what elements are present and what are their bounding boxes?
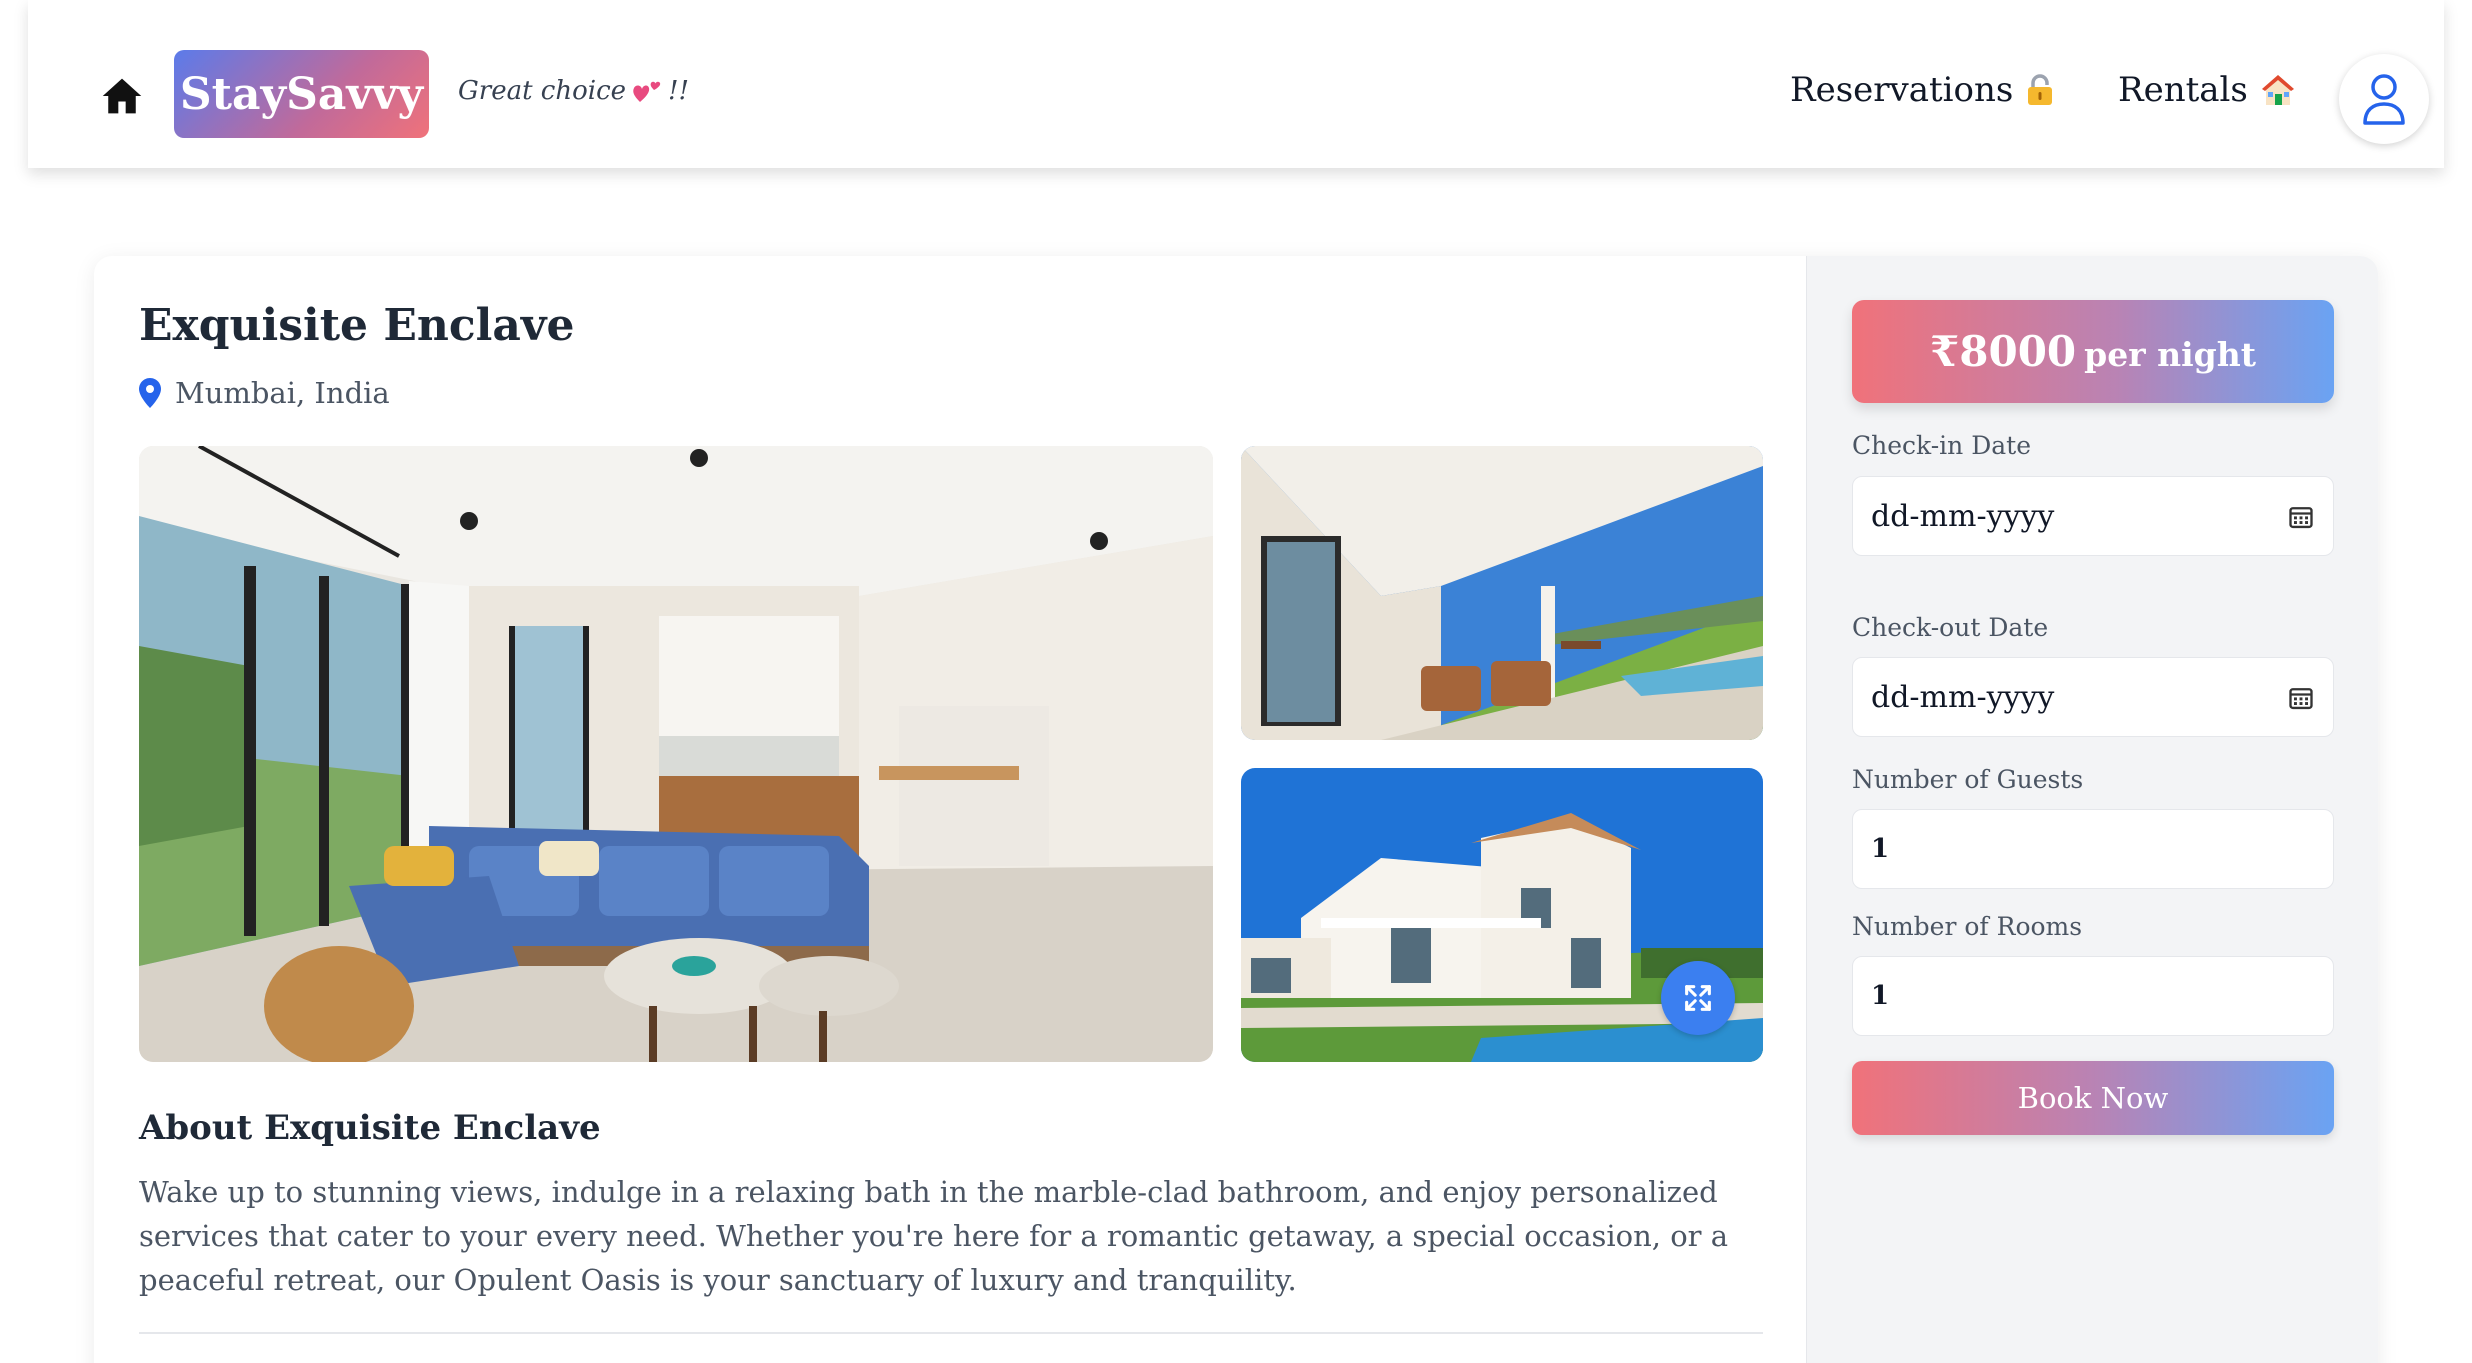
price-amount: ₹8000: [1930, 327, 2077, 376]
nav-reservations-link[interactable]: Reservations: [1790, 70, 2055, 110]
expand-icon: [1685, 985, 1711, 1011]
checkout-label: Check-out Date: [1852, 613, 2049, 642]
tagline: Great choice !!: [458, 76, 689, 106]
price-unit: per night: [2084, 335, 2256, 374]
guests-value: 1: [1871, 834, 1890, 864]
price-badge: ₹8000 per night: [1852, 300, 2334, 403]
guests-input[interactable]: 1: [1852, 809, 2334, 889]
section-divider: [139, 1332, 1763, 1334]
navbar: StaySavvy Great choice !! Reservations R…: [28, 0, 2444, 168]
nav-reservations-label: Reservations: [1790, 70, 2014, 110]
listing-details: Exquisite Enclave Mumbai, India About Ex…: [94, 256, 1806, 1363]
checkin-value: dd-mm-yyyy: [1871, 498, 2055, 534]
checkout-date-input[interactable]: dd-mm-yyyy: [1852, 657, 2334, 737]
about-description: Wake up to stunning views, indulge in a …: [139, 1175, 1729, 1297]
rooms-input[interactable]: 1: [1852, 956, 2334, 1036]
book-now-label: Book Now: [2017, 1081, 2169, 1115]
checkin-date-input[interactable]: dd-mm-yyyy: [1852, 476, 2334, 556]
gallery-image-patio[interactable]: [1241, 446, 1763, 740]
gallery-main-image[interactable]: [139, 446, 1213, 1062]
book-now-button[interactable]: Book Now: [1852, 1061, 2334, 1135]
home-icon[interactable]: [100, 74, 144, 118]
calendar-icon[interactable]: [2287, 684, 2315, 712]
user-icon: [2363, 74, 2405, 125]
rooms-label: Number of Rooms: [1852, 912, 2083, 941]
tagline-text: Great choice: [458, 76, 627, 106]
hearts-icon: [633, 81, 661, 102]
listing-title: Exquisite Enclave: [139, 300, 575, 351]
guests-label: Number of Guests: [1852, 765, 2084, 794]
living-room-photo: [139, 446, 1213, 1062]
checkin-label: Check-in Date: [1852, 431, 2032, 460]
house-icon: [2261, 75, 2294, 105]
tagline-suffix: !!: [668, 76, 689, 106]
lock-icon: [2028, 74, 2053, 105]
booking-panel: ₹8000 per night Check-in Date dd-mm-yyyy…: [1806, 256, 2378, 1363]
profile-button[interactable]: [2339, 54, 2429, 144]
checkout-value: dd-mm-yyyy: [1871, 679, 2055, 715]
patio-photo: [1241, 446, 1763, 740]
expand-gallery-button[interactable]: [1661, 961, 1735, 1035]
about-heading: About Exquisite Enclave: [139, 1108, 601, 1148]
listing-location: Mumbai, India: [139, 376, 390, 410]
brand-logo[interactable]: StaySavvy: [174, 50, 429, 138]
listing-card: Exquisite Enclave Mumbai, India About Ex…: [94, 256, 2378, 1363]
rooms-value: 1: [1871, 981, 1890, 1011]
calendar-icon[interactable]: [2287, 503, 2315, 531]
brand-name: StaySavvy: [179, 68, 424, 120]
location-text: Mumbai, India: [175, 376, 390, 410]
location-pin-icon: [139, 378, 161, 408]
nav-rentals-link[interactable]: Rentals: [2118, 70, 2296, 110]
nav-rentals-label: Rentals: [2118, 70, 2248, 110]
